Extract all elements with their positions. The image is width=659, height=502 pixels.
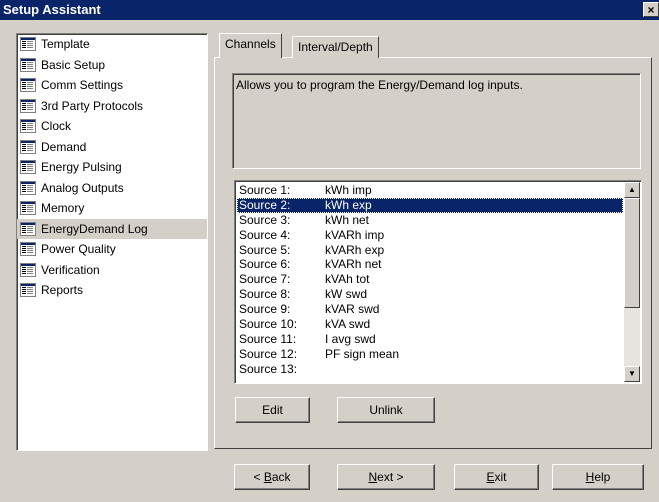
- sidebar-item-label: 3rd Party Protocols: [41, 98, 144, 113]
- list-item[interactable]: Source 9: kVAR swd: [237, 302, 623, 317]
- source-value: kVARh net: [325, 257, 382, 272]
- sidebar-item-label: Demand: [41, 139, 87, 154]
- document-icon: [20, 37, 36, 51]
- sidebar-item[interactable]: Basic Setup: [17, 55, 207, 76]
- document-icon: [20, 139, 36, 154]
- sidebar-item[interactable]: Energy Pulsing: [17, 157, 207, 178]
- list-item[interactable]: Source 10: kVA swd: [237, 317, 623, 332]
- window-title: Setup Assistant: [3, 2, 101, 17]
- source-value: kVAh tot: [325, 272, 370, 287]
- document-icon: [20, 201, 36, 215]
- source-label: Source 1:: [239, 183, 291, 197]
- exit-button[interactable]: Exit: [454, 464, 539, 490]
- source-value: kVARh imp: [325, 227, 385, 242]
- source-value: PF sign mean: [325, 346, 400, 361]
- next-button[interactable]: Next >: [337, 464, 435, 490]
- sidebar-item[interactable]: Power Quality: [17, 239, 207, 260]
- list-item[interactable]: Source 11: I avg swd: [237, 332, 623, 347]
- sources-listbox[interactable]: Source 1: kWh imp Source 2: kWh exp Source 3…: [234, 180, 642, 384]
- document-icon: [20, 283, 36, 297]
- document-icon: [20, 119, 36, 133]
- list-item[interactable]: Source 12: PF sign mean: [237, 347, 623, 362]
- source-value: kVARh exp: [325, 242, 385, 257]
- description-text: Allows you to program the Energy/Demand …: [236, 78, 523, 92]
- title-bar: Setup Assistant ×: [0, 0, 659, 20]
- document-icon: [20, 160, 36, 174]
- sidebar-item[interactable]: Clock: [17, 116, 207, 137]
- description-box: Allows you to program the Energy/Demand …: [232, 73, 641, 169]
- sidebar-item-label: Analog Outputs: [41, 180, 124, 195]
- tab-interval-depth[interactable]: Interval/Depth: [292, 36, 379, 58]
- close-icon: ×: [647, 3, 655, 17]
- sidebar-item[interactable]: 3rd Party Protocols: [17, 96, 207, 117]
- document-icon: [20, 57, 36, 72]
- list-item[interactable]: Source 7: kVAh tot: [237, 272, 623, 287]
- sidebar-item-label: Power Quality: [41, 242, 116, 256]
- sidebar-item-label: Energy Pulsing: [41, 160, 122, 174]
- sidebar-item[interactable]: EnergyDemand Log: [17, 218, 207, 239]
- sidebar-item[interactable]: Comm Settings: [17, 75, 207, 96]
- sidebar-item[interactable]: Demand: [17, 137, 207, 158]
- source-value: kWh imp: [325, 183, 372, 197]
- edit-button[interactable]: Edit: [235, 397, 310, 423]
- source-value: kWh exp: [325, 197, 372, 212]
- source-label: Source 8:: [239, 287, 291, 302]
- sidebar-item-label: Clock: [41, 119, 72, 133]
- list-item[interactable]: Source 4: kVARh imp: [237, 228, 623, 243]
- sidebar-item-label: Basic Setup: [41, 57, 106, 72]
- source-label: Source 6:: [239, 257, 291, 272]
- sidebar-item[interactable]: Reports: [17, 280, 207, 301]
- sidebar-item-label: Template: [41, 37, 90, 51]
- scroll-down-icon[interactable]: ▼: [624, 366, 640, 382]
- source-value: kW swd: [325, 287, 367, 302]
- sidebar-item[interactable]: Template: [17, 34, 207, 55]
- tab-label: Interval/Depth: [298, 40, 373, 54]
- source-value: kVAR swd: [325, 302, 380, 317]
- document-icon: [20, 98, 36, 113]
- source-value: kVA swd: [325, 317, 371, 332]
- source-label: Source 4:: [239, 227, 291, 242]
- source-label: Source 7:: [239, 272, 291, 287]
- sidebar-item-label: Memory: [41, 201, 85, 215]
- scroll-thumb[interactable]: [624, 198, 640, 308]
- list-item[interactable]: Source 1: kWh imp: [237, 183, 623, 198]
- vertical-scrollbar[interactable]: ▲ ▼: [624, 182, 640, 382]
- list-item[interactable]: Source 3: kWh net: [237, 213, 623, 228]
- source-label: Source 11:: [239, 331, 297, 346]
- source-label: Source 10:: [239, 317, 298, 332]
- list-item[interactable]: Source 2: kWh exp: [237, 197, 623, 213]
- sidebar-item-label: Verification: [41, 262, 100, 277]
- sidebar-item-label: Reports: [41, 283, 84, 297]
- source-label: Source 13:: [239, 361, 298, 376]
- back-button[interactable]: < Back: [234, 464, 310, 490]
- source-label: Source 5:: [239, 242, 291, 257]
- sidebar: Template Basic Setup Comm Settings 3rd Part…: [16, 33, 208, 451]
- sidebar-item[interactable]: Verification: [17, 260, 207, 281]
- sidebar-item[interactable]: Memory: [17, 198, 207, 219]
- document-icon: [20, 78, 36, 92]
- help-button[interactable]: Help: [552, 464, 644, 490]
- tab-channels[interactable]: Channels: [219, 33, 282, 58]
- sidebar-item[interactable]: Analog Outputs: [17, 178, 207, 199]
- source-label: Source 9:: [239, 302, 291, 317]
- sidebar-item-label: EnergyDemand Log: [41, 221, 148, 236]
- document-icon: [20, 262, 36, 277]
- list-item[interactable]: Source 5: kVARh exp: [237, 243, 623, 258]
- source-label: Source 12:: [239, 346, 298, 361]
- source-label: Source 3:: [239, 212, 291, 227]
- scroll-up-icon[interactable]: ▲: [624, 182, 640, 198]
- close-button[interactable]: ×: [643, 2, 659, 17]
- source-value: kWh net: [325, 212, 370, 227]
- list-item[interactable]: Source 6: kVARh net: [237, 257, 623, 272]
- tab-label: Channels: [225, 37, 276, 51]
- source-label: Source 2:: [239, 197, 291, 212]
- list-item[interactable]: Source 8: kW swd: [237, 287, 623, 302]
- unlink-button[interactable]: Unlink: [337, 397, 435, 423]
- sidebar-item-label: Comm Settings: [41, 78, 124, 92]
- document-icon: [20, 242, 36, 256]
- document-icon: [20, 221, 36, 236]
- document-icon: [20, 180, 36, 195]
- source-value: I avg swd: [325, 331, 376, 346]
- list-item[interactable]: Source 13:: [237, 362, 623, 377]
